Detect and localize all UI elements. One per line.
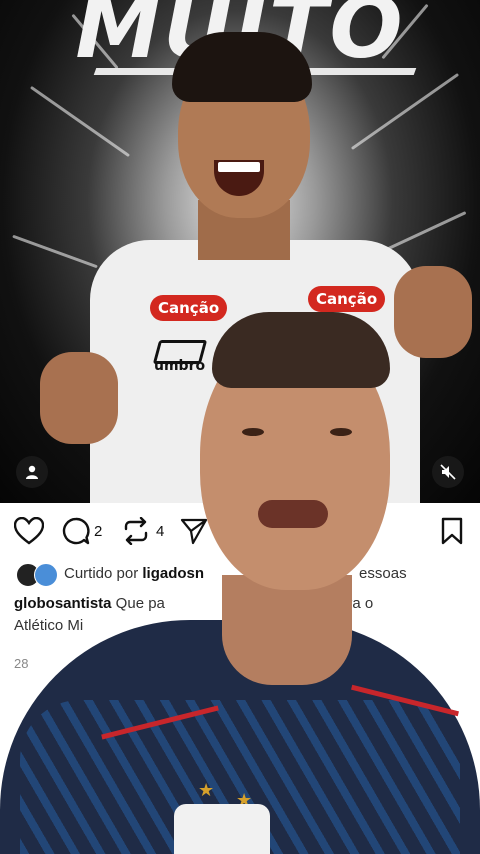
creator-mouth (258, 500, 328, 528)
mute-button[interactable] (432, 456, 464, 488)
creator-eye (242, 428, 264, 436)
post-date: 28 (14, 656, 29, 671)
send-icon[interactable] (180, 517, 208, 545)
comments-count[interactable]: 2 (94, 523, 102, 540)
sponsor-badge-left: Canção (150, 295, 228, 321)
player-hair (172, 32, 312, 102)
tagged-people-button[interactable] (16, 456, 48, 488)
reposts-count[interactable]: 4 (156, 523, 164, 540)
kit-brand-label: umbro (154, 358, 206, 374)
caption-text-start: Que pa (111, 595, 165, 612)
bookmark-icon[interactable] (440, 517, 464, 545)
creator-hair (212, 312, 390, 388)
player-right-fist (394, 266, 472, 358)
person-icon (26, 465, 38, 479)
caption-username[interactable]: globosantista (14, 595, 112, 612)
player-left-fist (40, 352, 118, 444)
comment-icon[interactable] (62, 517, 90, 545)
repost-icon[interactable] (122, 517, 150, 545)
caption-line-2: Atlético Mi (14, 617, 84, 634)
liked-by-user[interactable]: ligadosn (142, 565, 204, 582)
speaker-muted-icon (440, 464, 456, 480)
heart-icon[interactable] (14, 517, 44, 545)
star-icon: ★ (198, 780, 215, 800)
liked-by-suffix: essoas (359, 565, 407, 582)
creator-eye (330, 428, 352, 436)
club-crest (174, 804, 270, 854)
sponsor-badge-right: Canção (308, 286, 386, 312)
liker-avatar[interactable] (34, 563, 58, 587)
creator-neck (222, 575, 352, 685)
liked-by-prefix: Curtido por (64, 565, 143, 582)
player-teeth (218, 162, 260, 172)
